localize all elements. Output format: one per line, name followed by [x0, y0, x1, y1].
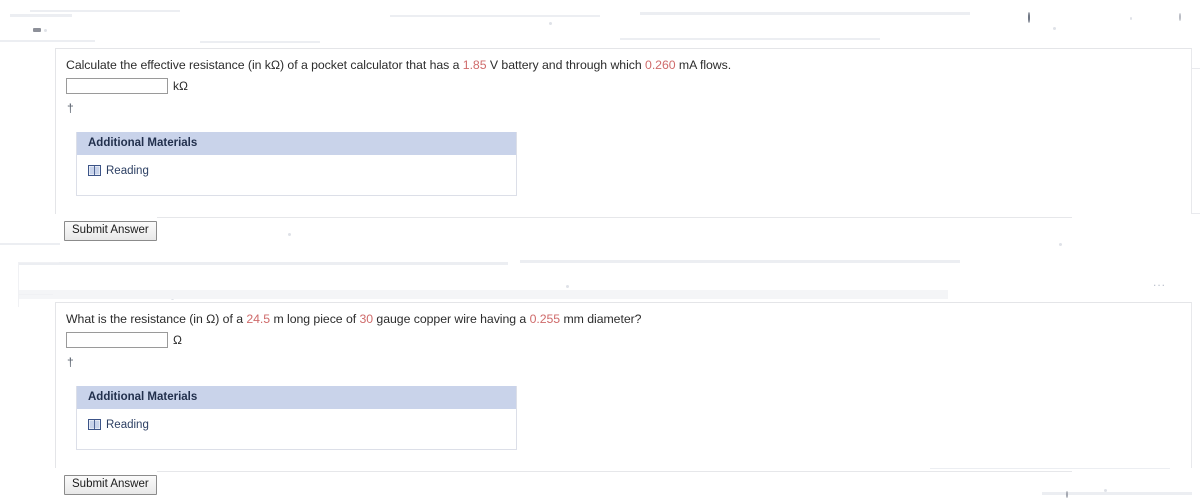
prompt-value: 1.85	[462, 58, 487, 72]
artifact-dot-4	[1053, 27, 1056, 30]
additional-materials-1: Additional Materials Reading	[76, 132, 517, 197]
artifact-dot-13	[171, 297, 174, 300]
material-link-reading-1[interactable]: Reading	[88, 165, 149, 177]
artifact-top-band-3	[390, 15, 600, 17]
answer-input-1[interactable]	[66, 78, 168, 94]
artifact-dot-3	[549, 22, 552, 25]
artifact-dot-7	[1028, 12, 1030, 23]
artifact-dot-16	[1104, 489, 1107, 492]
material-link-label: Reading	[106, 164, 149, 177]
answer-input-2[interactable]	[66, 332, 168, 348]
footnote-dagger-2: †	[67, 355, 74, 369]
additional-materials-header-1: Additional Materials	[77, 132, 516, 156]
prompt-segment: What is the resistance (in Ω) of a	[66, 312, 247, 326]
answer-row-1: kΩ	[66, 78, 188, 94]
ghost-panel-mid-left-2	[18, 294, 53, 307]
artifact-band-mid-2	[520, 260, 960, 263]
additional-materials-body-2: Reading	[77, 409, 516, 449]
question-card-1: Calculate the effective resistance (in k…	[55, 48, 1192, 241]
submit-answer-button-1[interactable]: Submit Answer	[64, 221, 157, 241]
prompt-value: 0.260	[645, 58, 676, 72]
prompt-segment: mA flows.	[675, 58, 732, 72]
prompt-value: 0.255	[529, 312, 561, 326]
artifact-dot-12	[146, 295, 149, 298]
submit-divider-1	[157, 217, 1072, 218]
answer-row-2: Ω	[66, 332, 182, 348]
artifact-band-mid-3	[18, 290, 948, 299]
footnote-dagger-1: †	[67, 101, 74, 115]
artifact-band-mid-1	[18, 262, 508, 265]
artifact-dot-1	[33, 28, 41, 32]
artifact-top-band-7	[620, 38, 880, 40]
ellipsis-marker: ...	[1153, 275, 1167, 289]
artifact-dot-17	[1066, 491, 1068, 498]
prompt-value: 24.5	[246, 312, 271, 326]
additional-materials-body-1: Reading	[77, 155, 516, 195]
artifact-dot-14	[566, 285, 569, 288]
material-link-label: Reading	[106, 418, 149, 431]
prompt-value: 30	[359, 312, 374, 326]
artifact-dot-2	[44, 29, 47, 32]
submit-answer-button-2[interactable]: Submit Answer	[64, 475, 157, 495]
submit-divider-2	[157, 471, 1072, 472]
ghost-panel-mid-left	[18, 262, 59, 303]
artifact-top-band-6	[200, 41, 320, 43]
book-icon	[88, 419, 101, 431]
artifact-dot-11	[1059, 243, 1062, 246]
artifact-dot-10	[288, 233, 291, 236]
prompt-segment: gauge copper wire having a	[373, 312, 530, 326]
prompt-segment: V battery and through which	[486, 58, 646, 72]
additional-materials-2: Additional Materials Reading	[76, 386, 517, 451]
book-icon	[88, 165, 101, 177]
material-link-reading-2[interactable]: Reading	[88, 419, 149, 431]
answer-unit-2: Ω	[173, 333, 182, 347]
artifact-top-band-2	[30, 10, 180, 12]
prompt-segment: m long piece of	[270, 312, 360, 326]
prompt-segment: Calculate the effective resistance (in k…	[66, 58, 463, 72]
artifact-band-mid-4	[0, 243, 60, 245]
additional-materials-header-2: Additional Materials	[77, 386, 516, 410]
artifact-dot-5	[1130, 17, 1132, 20]
question-prompt-2: What is the resistance (in Ω) of a 24.5 …	[66, 312, 642, 326]
question-prompt-1: Calculate the effective resistance (in k…	[66, 58, 731, 72]
artifact-band-bottom-2	[1042, 492, 1192, 495]
artifact-top-band-4	[640, 12, 970, 15]
answer-unit-1: kΩ	[173, 79, 188, 93]
artifact-top-band-1	[10, 14, 72, 17]
artifact-dot-6	[1179, 13, 1181, 21]
question-card-2: What is the resistance (in Ω) of a 24.5 …	[55, 302, 1192, 495]
prompt-segment: mm diameter?	[560, 312, 642, 326]
artifact-top-band-5	[0, 40, 95, 42]
